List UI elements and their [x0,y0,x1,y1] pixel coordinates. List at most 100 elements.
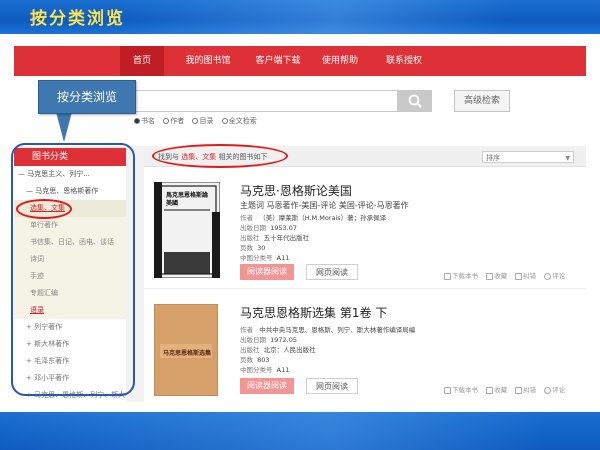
download-icon [444,272,451,280]
book-clc-row: 中图分类号 A11 [240,252,289,262]
slide-header: 按分类浏览 [0,0,600,34]
results-panel: 找到与 选集、文集 相关的图书如下 排序 ▼ 馬克思恩格斯論美國 马克思·恩格斯… [144,148,586,402]
favorite-icon [486,272,494,280]
footer-wave-decoration [0,412,600,450]
report-error-action[interactable]: 纠错 [515,386,536,394]
book-author-row: 作者 中共中央马克思、恩格斯、列宁、斯大林著作编译局编 [240,324,415,334]
main-nav: 首页 我的图书馆 客户端下载 使用帮助 联系授权 [14,46,586,76]
search-button[interactable] [398,90,432,112]
favorite-action[interactable]: 收藏 [486,386,507,394]
edit-icon [515,272,523,280]
read-in-app-button[interactable]: 阅读器阅读 [240,264,294,280]
slide-title: 按分类浏览 [30,9,125,29]
book-pages-row: 页数 803 [240,354,270,364]
edit-icon [515,386,523,394]
meta-label: 出版社 [240,234,260,242]
download-action[interactable]: 下载本书 [444,386,478,394]
book-author: 中共中央马克思、恩格斯、列宁、斯大林著作编译局编 [259,326,416,334]
book-date: 1972.05 [270,336,298,344]
action-label: 评论 [552,272,566,280]
book-author-row: 作者 （美）摩莱斯（H.M.Morais）著；孙承佩译 [240,212,386,222]
book-publisher-row: 出版社 北京：人民出版社 [240,344,316,354]
book-pages-row: 页数 30 [240,242,265,252]
action-label: 下载本书 [452,386,478,394]
nav-my-library[interactable]: 我的图书馆 [172,46,244,76]
book-pages: 803 [257,356,270,364]
book-clc: A11 [276,366,290,374]
action-label: 收藏 [494,386,508,394]
meta-label: 出版日期 [240,336,266,344]
book-clc-row: 中图分类号 A11 [240,364,289,374]
result-divider [144,288,586,289]
action-label: 下载本书 [452,272,478,280]
sort-label: 排序 [486,154,500,162]
sort-select[interactable]: 排序 ▼ [482,151,574,163]
meta-label: 出版社 [240,346,260,354]
action-label: 收藏 [494,272,508,280]
meta-label: 中图分类号 [240,254,273,262]
cover-title: 马克思恩格斯选集 [162,350,211,357]
nav-help[interactable]: 使用帮助 [304,46,376,76]
book-author: （美）摩莱斯（H.M.Morais）著；孙承佩译 [259,214,387,222]
scope-label: 目录 [199,117,214,125]
action-label: 纠错 [523,272,537,280]
radio-icon [163,118,170,124]
meta-label: 页数 [240,244,253,252]
search-icon [408,94,422,108]
favorite-icon [486,386,494,394]
scope-label: 作者 [170,117,185,125]
book-actions: 下载本书 收藏 纠错 评论 [444,384,571,394]
read-online-button[interactable]: 网页阅读 [306,378,358,394]
download-icon [444,386,451,394]
book-title[interactable]: 马克思恩格斯选集 第1卷 下 [240,304,387,321]
slide-footer [0,412,600,450]
book-item: 馬克思恩格斯論美國 马克思·恩格斯论美国 主题词 马恩著作-美国-评论 美国-评… [144,181,586,300]
book-clc: A11 [276,254,290,262]
scope-label: 书名 [141,117,155,125]
book-publisher: 五十年代出版社 [263,234,310,242]
action-label: 评论 [552,386,566,394]
report-error-action[interactable]: 纠错 [515,272,536,280]
comment-icon [544,386,552,394]
read-online-button[interactable]: 网页阅读 [306,264,358,280]
meta-label: 作者 [240,326,253,334]
nav-home[interactable]: 首页 [120,46,164,76]
scope-option-toc[interactable]: 目录 [192,117,213,125]
book-publisher-row: 出版社 五十年代出版社 [240,232,309,242]
advanced-search-button[interactable]: 高级检索 [454,90,510,112]
read-in-app-button[interactable]: 阅读器阅读 [240,378,294,394]
cover-title: 馬克思恩格斯論美國 [166,192,209,207]
book-subject: 主题词 马恩著作-美国-评论 美国-评论-马恩著作 [240,201,409,210]
book-date-row: 出版日期 1972.05 [240,334,297,344]
radio-icon [134,118,140,124]
book-date-row: 出版日期 1953.07 [240,222,297,232]
radio-icon [192,118,199,124]
comment-icon [544,272,552,280]
book-cover[interactable]: 马克思恩格斯选集 [153,303,219,397]
scope-label: 全文检索 [228,117,257,125]
scope-option-title[interactable]: 书名 [134,117,155,125]
book-item: 马克思恩格斯选集 马克思恩格斯选集 第1卷 下 作者 中共中央马克思、恩格斯、列… [144,303,586,402]
book-cover[interactable]: 馬克思恩格斯論美國 [153,181,221,279]
meta-label: 出版日期 [240,224,266,232]
favorite-action[interactable]: 收藏 [486,272,507,280]
download-action[interactable]: 下载本书 [444,272,478,280]
results-summary-ellipse [152,144,288,168]
book-actions: 下载本书 收藏 纠错 评论 [444,270,571,280]
scope-option-fulltext[interactable]: 全文检索 [221,117,257,125]
meta-label: 中图分类号 [240,366,273,374]
nav-contact[interactable]: 联系授权 [368,46,440,76]
action-label: 纠错 [523,386,537,394]
comment-action[interactable]: 评论 [544,386,565,394]
meta-label: 作者 [240,214,253,222]
callout-pointer [56,112,72,142]
book-date: 1953.07 [270,224,298,232]
search-input[interactable] [132,90,398,112]
book-title[interactable]: 马克思·恩格斯论美国 [240,182,352,199]
search-scope-options: 书名 作者 目录 全文检索 [134,116,263,126]
book-publisher: 北京：人民出版社 [263,346,316,354]
meta-label: 页数 [240,356,253,364]
book-pages: 30 [257,244,266,252]
comment-action[interactable]: 评论 [544,272,565,280]
scope-option-author[interactable]: 作者 [163,117,184,125]
